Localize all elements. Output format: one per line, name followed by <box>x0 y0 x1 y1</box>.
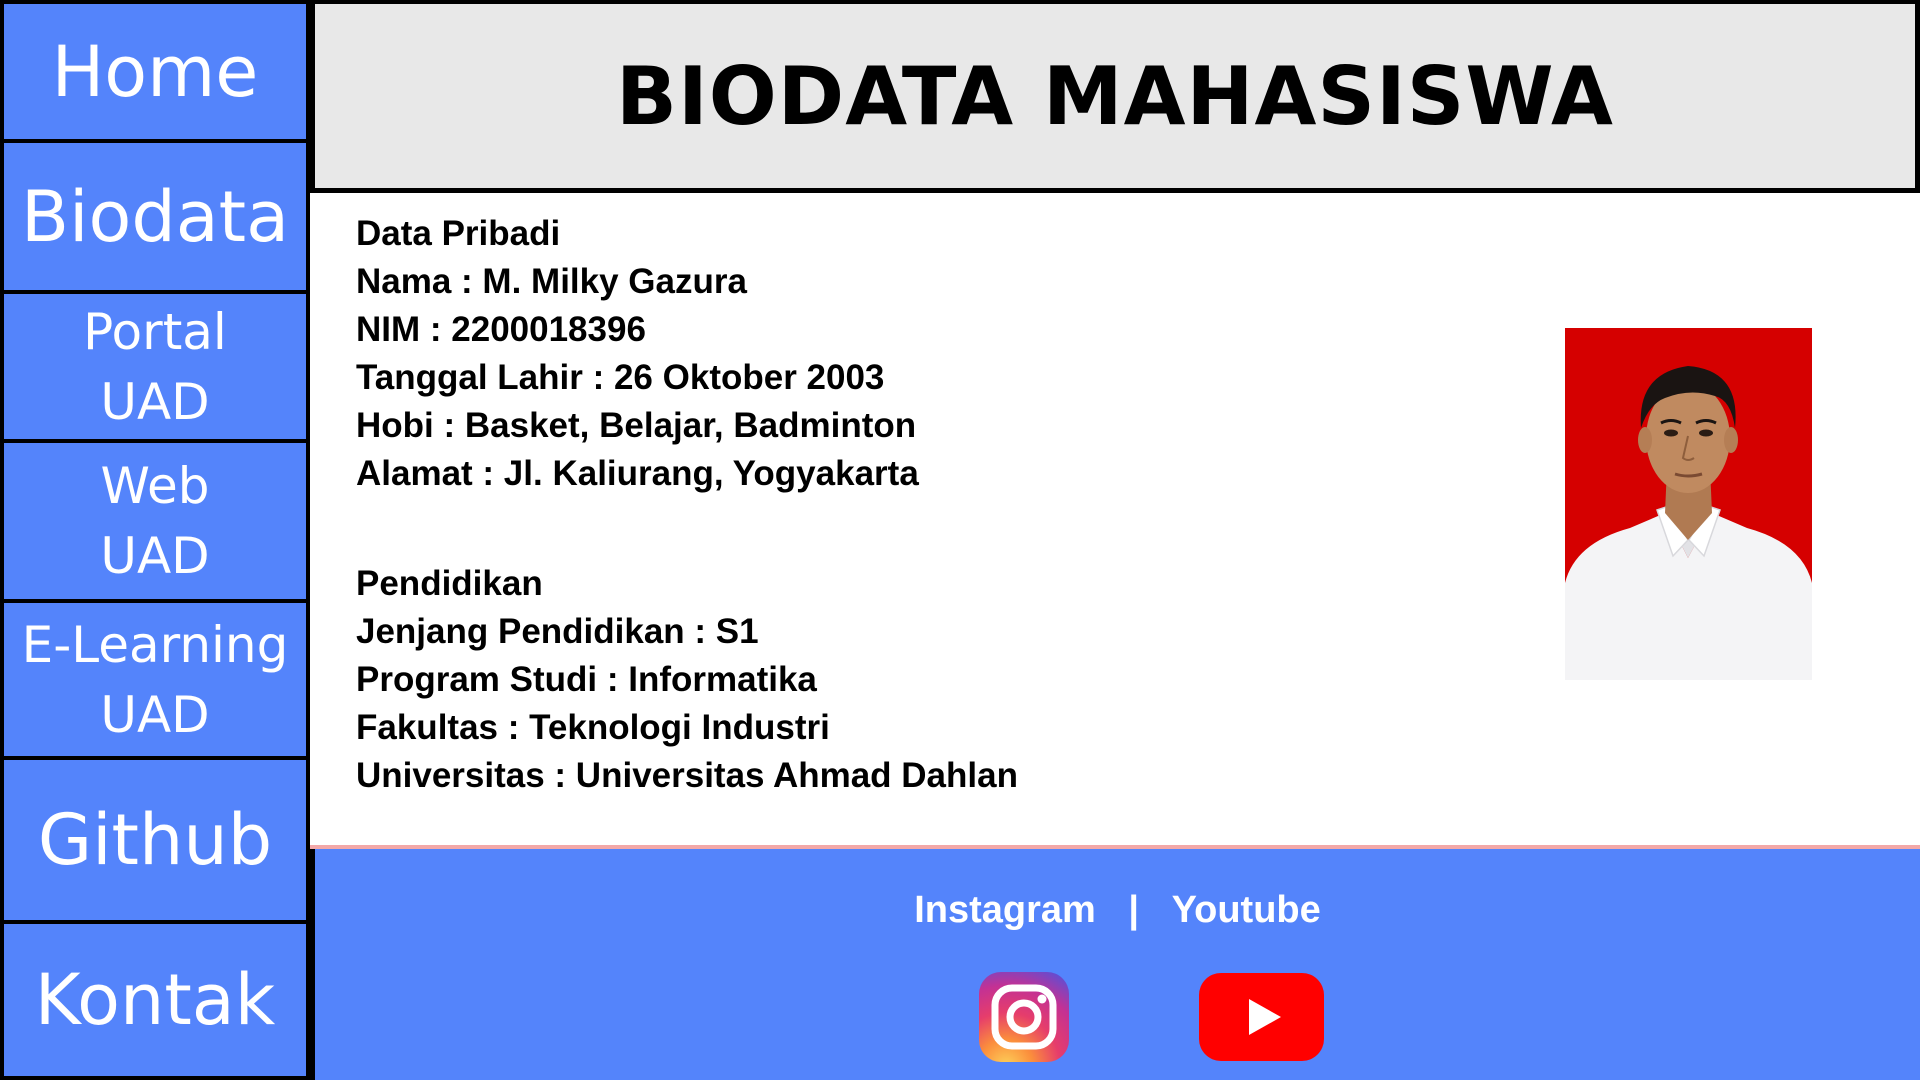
hobby-field: Hobi : Basket, Belajar, Badminton <box>356 406 917 445</box>
sidebar-item-web-uad[interactable]: Web UAD <box>4 443 306 599</box>
name-field: Nama : M. Milky Gazura <box>356 262 747 301</box>
sidebar-item-home[interactable]: Home <box>4 4 306 139</box>
instagram-icon[interactable] <box>979 972 1069 1062</box>
social-links: Instagram | Youtube <box>315 889 1920 932</box>
sidebar-item-github[interactable]: Github <box>4 760 306 920</box>
university-field: Universitas : Universitas Ahmad Dahlan <box>356 756 1018 795</box>
page-title: BIODATA MAHASISWA <box>616 49 1614 143</box>
personal-data-heading: Data Pribadi <box>356 214 561 253</box>
sidebar-item-label: Biodata <box>21 175 289 258</box>
sidebar-nav: Home Biodata Portal UAD Web UAD E-Learni… <box>0 0 310 1080</box>
profile-photo <box>1565 328 1812 680</box>
sidebar-item-label: Kontak <box>34 959 276 1041</box>
sidebar-item-elearning-uad[interactable]: E-Learning UAD <box>4 603 306 756</box>
instagram-link[interactable]: Instagram <box>914 889 1096 932</box>
sidebar-item-kontak[interactable]: Kontak <box>4 924 306 1076</box>
sidebar-item-label: Github <box>37 799 273 881</box>
sidebar-item-portal-uad[interactable]: Portal UAD <box>4 294 306 439</box>
education-level-field: Jenjang Pendidikan : S1 <box>356 612 759 651</box>
address-field: Alamat : Jl. Kaliurang, Yogyakarta <box>356 454 919 493</box>
instagram-icon-graphic <box>979 972 1069 1062</box>
footer: Instagram | Youtube <box>315 849 1920 1080</box>
sidebar-item-biodata[interactable]: Biodata <box>4 143 306 290</box>
sidebar-item-label: UAD <box>100 685 210 744</box>
sidebar-item-label: Web <box>100 457 210 515</box>
youtube-link[interactable]: Youtube <box>1172 889 1321 932</box>
sidebar-item-label: UAD <box>100 527 210 585</box>
sidebar-item-label: Home <box>51 30 259 113</box>
header-panel: BIODATA MAHASISWA <box>315 4 1915 188</box>
sidebar-item-label: UAD <box>100 372 210 431</box>
youtube-icon[interactable] <box>1199 973 1324 1061</box>
education-heading: Pendidikan <box>356 564 543 603</box>
sidebar-item-label: Portal <box>83 302 227 361</box>
youtube-icon-graphic <box>1199 973 1324 1061</box>
header: BIODATA MAHASISWA <box>310 0 1920 193</box>
faculty-field: Fakultas : Teknologi Industri <box>356 708 830 747</box>
sidebar-item-label: E-Learning <box>21 615 289 674</box>
study-program-field: Program Studi : Informatika <box>356 660 817 699</box>
profile-photo-image <box>1565 328 1812 680</box>
birth-date-field: Tanggal Lahir : 26 Oktober 2003 <box>356 358 885 397</box>
separator: | <box>1128 889 1140 931</box>
biodata-content: Data Pribadi Nama : M. Milky Gazura NIM … <box>356 210 1456 800</box>
nim-field: NIM : 2200018396 <box>356 310 646 349</box>
